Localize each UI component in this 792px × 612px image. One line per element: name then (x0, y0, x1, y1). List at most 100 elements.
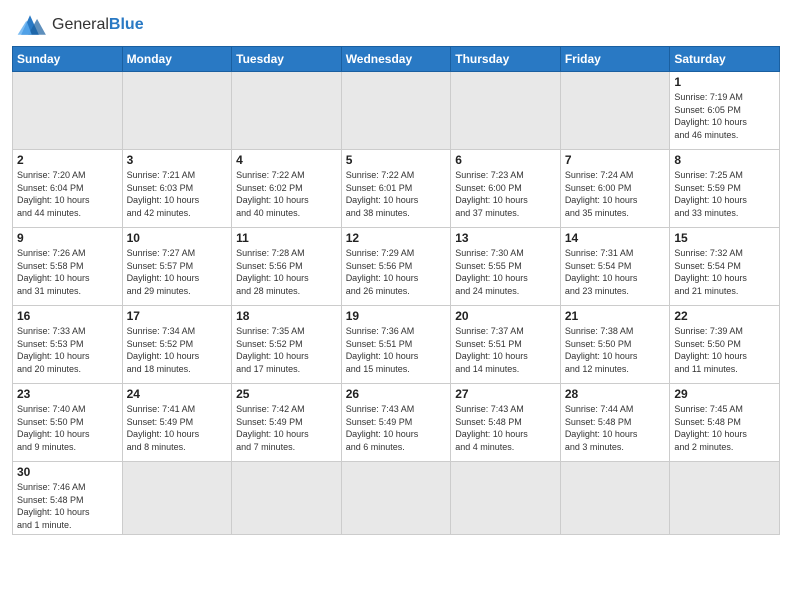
calendar-cell: 19 Sunrise: 7:36 AMSunset: 5:51 PMDayligh… (341, 306, 451, 384)
day-number: 7 (565, 153, 666, 167)
calendar-cell: 30 Sunrise: 7:46 AMSunset: 5:48 PMDayligh… (13, 462, 123, 535)
sun-info: Sunrise: 7:34 AMSunset: 5:52 PMDaylight:… (127, 325, 228, 375)
calendar-week-1: 2 Sunrise: 7:20 AMSunset: 6:04 PMDaylight… (13, 150, 780, 228)
calendar-cell: 8 Sunrise: 7:25 AMSunset: 5:59 PMDaylight… (670, 150, 780, 228)
calendar-cell: 26Sunrise: 7:43 AMSunset: 5:49 PMDayligh… (341, 384, 451, 462)
calendar-cell: 12 Sunrise: 7:29 AMSunset: 5:56 PMDayligh… (341, 228, 451, 306)
day-number: 2 (17, 153, 118, 167)
sun-info: Sunrise: 7:39 AMSunset: 5:50 PMDaylight:… (674, 325, 775, 375)
calendar-cell: 2 Sunrise: 7:20 AMSunset: 6:04 PMDaylight… (13, 150, 123, 228)
sun-info: Sunrise: 7:33 AMSunset: 5:53 PMDaylight:… (17, 325, 118, 375)
page-container: GeneralBlue SundayMondayTuesdayWednesday… (0, 0, 792, 541)
calendar-week-3: 16 Sunrise: 7:33 AMSunset: 5:53 PMDayligh… (13, 306, 780, 384)
calendar-cell (560, 72, 670, 150)
sun-info: Sunrise: 7:25 AMSunset: 5:59 PMDaylight:… (674, 169, 775, 219)
calendar-cell (670, 462, 780, 535)
calendar-cell: 5Sunrise: 7:22 AMSunset: 6:01 PMDaylight… (341, 150, 451, 228)
calendar-cell: 4 Sunrise: 7:22 AMSunset: 6:02 PMDaylight… (232, 150, 342, 228)
sun-info: Sunrise: 7:32 AMSunset: 5:54 PMDaylight:… (674, 247, 775, 297)
calendar-week-0: 1 Sunrise: 7:19 AMSunset: 6:05 PMDaylight… (13, 72, 780, 150)
day-header-sunday: Sunday (13, 47, 123, 72)
calendar-table: SundayMondayTuesdayWednesdayThursdayFrid… (12, 46, 780, 535)
calendar-header-row: SundayMondayTuesdayWednesdayThursdayFrid… (13, 47, 780, 72)
sun-info: Sunrise: 7:40 AMSunset: 5:50 PMDaylight:… (17, 403, 118, 453)
day-number: 21 (565, 309, 666, 323)
day-number: 6 (455, 153, 556, 167)
sun-info: Sunrise: 7:31 AMSunset: 5:54 PMDaylight:… (565, 247, 666, 297)
calendar-cell: 25Sunrise: 7:42 AMSunset: 5:49 PMDayligh… (232, 384, 342, 462)
sun-info: Sunrise: 7:28 AMSunset: 5:56 PMDaylight:… (236, 247, 337, 297)
sun-info: Sunrise: 7:20 AMSunset: 6:04 PMDaylight:… (17, 169, 118, 219)
day-number: 25 (236, 387, 337, 401)
sun-info: Sunrise: 7:22 AMSunset: 6:02 PMDaylight:… (236, 169, 337, 219)
calendar-cell: 9Sunrise: 7:26 AMSunset: 5:58 PMDaylight… (13, 228, 123, 306)
sun-info: Sunrise: 7:19 AMSunset: 6:05 PMDaylight:… (674, 91, 775, 141)
calendar-cell (232, 462, 342, 535)
calendar-cell: 16 Sunrise: 7:33 AMSunset: 5:53 PMDayligh… (13, 306, 123, 384)
sun-info: Sunrise: 7:44 AMSunset: 5:48 PMDaylight:… (565, 403, 666, 453)
logo: GeneralBlue (12, 10, 144, 40)
calendar-cell: 20Sunrise: 7:37 AMSunset: 5:51 PMDayligh… (451, 306, 561, 384)
calendar-cell: 22 Sunrise: 7:39 AMSunset: 5:50 PMDayligh… (670, 306, 780, 384)
sun-info: Sunrise: 7:23 AMSunset: 6:00 PMDaylight:… (455, 169, 556, 219)
sun-info: Sunrise: 7:29 AMSunset: 5:56 PMDaylight:… (346, 247, 447, 297)
calendar-cell: 6 Sunrise: 7:23 AMSunset: 6:00 PMDaylight… (451, 150, 561, 228)
calendar-cell: 28 Sunrise: 7:44 AMSunset: 5:48 PMDayligh… (560, 384, 670, 462)
day-number: 27 (455, 387, 556, 401)
sun-info: Sunrise: 7:46 AMSunset: 5:48 PMDaylight:… (17, 481, 118, 531)
calendar-week-2: 9Sunrise: 7:26 AMSunset: 5:58 PMDaylight… (13, 228, 780, 306)
sun-info: Sunrise: 7:41 AMSunset: 5:49 PMDaylight:… (127, 403, 228, 453)
day-number: 1 (674, 75, 775, 89)
calendar-cell: 23 Sunrise: 7:40 AMSunset: 5:50 PMDayligh… (13, 384, 123, 462)
day-number: 29 (674, 387, 775, 401)
day-number: 14 (565, 231, 666, 245)
day-number: 28 (565, 387, 666, 401)
calendar-week-5: 30 Sunrise: 7:46 AMSunset: 5:48 PMDayligh… (13, 462, 780, 535)
day-number: 23 (17, 387, 118, 401)
day-header-thursday: Thursday (451, 47, 561, 72)
sun-info: Sunrise: 7:37 AMSunset: 5:51 PMDaylight:… (455, 325, 556, 375)
calendar-cell: 17 Sunrise: 7:34 AMSunset: 5:52 PMDayligh… (122, 306, 232, 384)
day-header-wednesday: Wednesday (341, 47, 451, 72)
day-number: 12 (346, 231, 447, 245)
day-number: 16 (17, 309, 118, 323)
day-header-monday: Monday (122, 47, 232, 72)
calendar-cell (232, 72, 342, 150)
calendar-cell (341, 72, 451, 150)
day-number: 8 (674, 153, 775, 167)
day-number: 24 (127, 387, 228, 401)
calendar-cell (122, 72, 232, 150)
day-header-tuesday: Tuesday (232, 47, 342, 72)
calendar-cell (122, 462, 232, 535)
calendar-cell (451, 462, 561, 535)
calendar-cell: 3 Sunrise: 7:21 AMSunset: 6:03 PMDaylight… (122, 150, 232, 228)
calendar-cell: 13 Sunrise: 7:30 AMSunset: 5:55 PMDayligh… (451, 228, 561, 306)
day-number: 19 (346, 309, 447, 323)
logo-icon (12, 10, 48, 40)
day-number: 11 (236, 231, 337, 245)
day-number: 3 (127, 153, 228, 167)
day-number: 5 (346, 153, 447, 167)
sun-info: Sunrise: 7:27 AMSunset: 5:57 PMDaylight:… (127, 247, 228, 297)
day-number: 17 (127, 309, 228, 323)
sun-info: Sunrise: 7:35 AMSunset: 5:52 PMDaylight:… (236, 325, 337, 375)
day-number: 13 (455, 231, 556, 245)
sun-info: Sunrise: 7:30 AMSunset: 5:55 PMDaylight:… (455, 247, 556, 297)
day-number: 9 (17, 231, 118, 245)
sun-info: Sunrise: 7:36 AMSunset: 5:51 PMDaylight:… (346, 325, 447, 375)
logo-text: GeneralBlue (52, 16, 144, 34)
calendar-cell: 24 Sunrise: 7:41 AMSunset: 5:49 PMDayligh… (122, 384, 232, 462)
calendar-cell: 1 Sunrise: 7:19 AMSunset: 6:05 PMDaylight… (670, 72, 780, 150)
sun-info: Sunrise: 7:45 AMSunset: 5:48 PMDaylight:… (674, 403, 775, 453)
calendar-cell: 29 Sunrise: 7:45 AMSunset: 5:48 PMDayligh… (670, 384, 780, 462)
day-number: 4 (236, 153, 337, 167)
day-number: 30 (17, 465, 118, 479)
sun-info: Sunrise: 7:38 AMSunset: 5:50 PMDaylight:… (565, 325, 666, 375)
calendar-cell: 15 Sunrise: 7:32 AMSunset: 5:54 PMDayligh… (670, 228, 780, 306)
sun-info: Sunrise: 7:21 AMSunset: 6:03 PMDaylight:… (127, 169, 228, 219)
day-number: 22 (674, 309, 775, 323)
day-header-saturday: Saturday (670, 47, 780, 72)
day-number: 15 (674, 231, 775, 245)
day-number: 10 (127, 231, 228, 245)
calendar-cell (451, 72, 561, 150)
